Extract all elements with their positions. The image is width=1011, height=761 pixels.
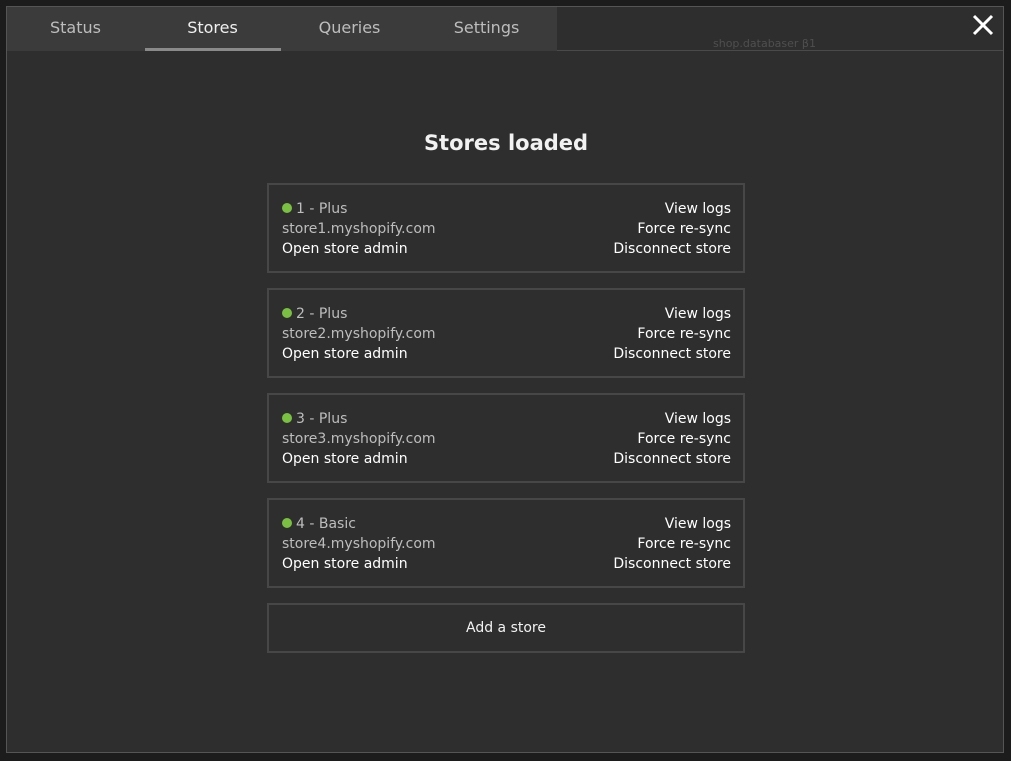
status-dot-icon	[282, 308, 292, 318]
close-button[interactable]	[967, 9, 999, 41]
force-resync-link[interactable]: Force re-sync	[613, 219, 731, 239]
view-logs-link[interactable]: View logs	[613, 304, 731, 324]
store-domain: store1.myshopify.com	[282, 221, 436, 237]
store-plan-line: 3 - Plus	[282, 409, 436, 429]
tab-bar: Status Stores Queries Settings	[7, 7, 557, 51]
open-store-admin-link[interactable]: Open store admin	[282, 239, 436, 259]
store-domain: store2.myshopify.com	[282, 326, 436, 342]
view-logs-link[interactable]: View logs	[613, 514, 731, 534]
open-store-admin-link[interactable]: Open store admin	[282, 344, 436, 364]
store-plan-line: 4 - Basic	[282, 514, 436, 534]
force-resync-link[interactable]: Force re-sync	[613, 429, 731, 449]
force-resync-link[interactable]: Force re-sync	[613, 324, 731, 344]
store-plan-line: 1 - Plus	[282, 199, 436, 219]
open-store-admin-link[interactable]: Open store admin	[282, 449, 436, 469]
view-logs-link[interactable]: View logs	[613, 409, 731, 429]
disconnect-store-link[interactable]: Disconnect store	[613, 449, 731, 469]
disconnect-store-link[interactable]: Disconnect store	[613, 344, 731, 364]
background-app-title: shop.databaser β1	[713, 37, 816, 50]
tab-stores[interactable]: Stores	[144, 7, 281, 51]
force-resync-link[interactable]: Force re-sync	[613, 534, 731, 554]
disconnect-store-link[interactable]: Disconnect store	[613, 554, 731, 574]
open-store-admin-link[interactable]: Open store admin	[282, 554, 436, 574]
store-card: 3 - Plus store3.myshopify.com Open store…	[267, 393, 745, 483]
store-card: 4 - Basic store4.myshopify.com Open stor…	[267, 498, 745, 588]
status-dot-icon	[282, 518, 292, 528]
store-info: 1 - Plus store1.myshopify.com Open store…	[282, 199, 436, 259]
add-store-button[interactable]: Add a store	[267, 603, 745, 653]
stores-dialog: shop.databaser β1 Status Stores Queries …	[6, 6, 1004, 753]
tab-status[interactable]: Status	[7, 7, 144, 51]
store-plan: 1 - Plus	[296, 201, 348, 217]
store-card: 2 - Plus store2.myshopify.com Open store…	[267, 288, 745, 378]
status-dot-icon	[282, 413, 292, 423]
store-plan-line: 2 - Plus	[282, 304, 436, 324]
store-plan: 4 - Basic	[296, 516, 356, 532]
tab-divider	[557, 50, 1003, 51]
disconnect-store-link[interactable]: Disconnect store	[613, 239, 731, 259]
store-domain: store3.myshopify.com	[282, 431, 436, 447]
close-icon	[972, 14, 994, 36]
store-plan: 2 - Plus	[296, 306, 348, 322]
store-info: 4 - Basic store4.myshopify.com Open stor…	[282, 514, 436, 574]
tab-queries[interactable]: Queries	[281, 7, 418, 51]
store-actions: View logs Force re-sync Disconnect store	[613, 304, 731, 364]
page-title: Stores loaded	[423, 131, 589, 155]
store-domain: store4.myshopify.com	[282, 536, 436, 552]
tab-settings[interactable]: Settings	[418, 7, 555, 51]
status-dot-icon	[282, 203, 292, 213]
store-actions: View logs Force re-sync Disconnect store	[613, 199, 731, 259]
store-info: 3 - Plus store3.myshopify.com Open store…	[282, 409, 436, 469]
store-actions: View logs Force re-sync Disconnect store	[613, 409, 731, 469]
store-plan: 3 - Plus	[296, 411, 348, 427]
store-card: 1 - Plus store1.myshopify.com Open store…	[267, 183, 745, 273]
store-actions: View logs Force re-sync Disconnect store	[613, 514, 731, 574]
view-logs-link[interactable]: View logs	[613, 199, 731, 219]
store-info: 2 - Plus store2.myshopify.com Open store…	[282, 304, 436, 364]
